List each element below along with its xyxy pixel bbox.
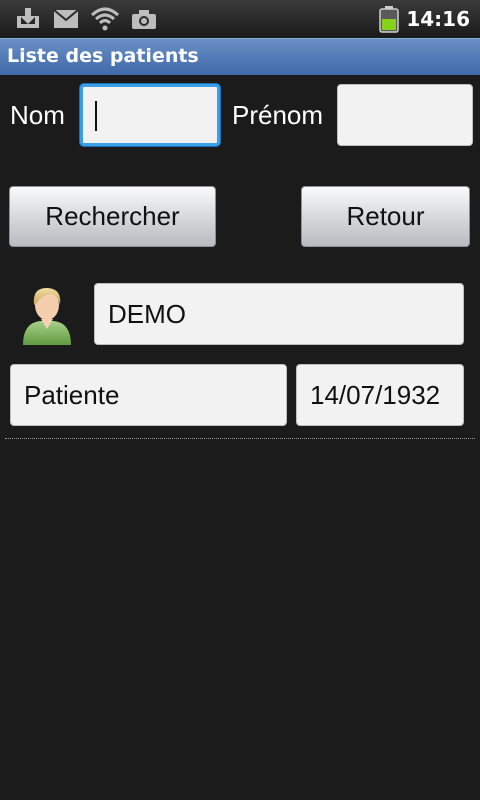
nom-input[interactable] (80, 84, 220, 146)
search-button[interactable]: Rechercher (9, 186, 216, 247)
text-cursor (95, 101, 97, 131)
prenom-input[interactable] (337, 84, 473, 146)
patient-first-name-value: Patiente (24, 379, 120, 410)
mail-icon (53, 9, 79, 28)
patient-birth-date: 14/07/1932 (296, 364, 464, 426)
user-avatar-icon (23, 287, 71, 345)
download-icon (17, 8, 39, 28)
page-title: Liste des patients (7, 45, 199, 67)
battery-icon (379, 6, 399, 33)
title-bar: Liste des patients (0, 38, 480, 75)
patient-last-name-value: DEMO (108, 298, 186, 329)
list-divider (5, 438, 475, 439)
status-clock: 14:16 (406, 7, 470, 31)
prenom-label: Prénom (232, 100, 324, 130)
patient-birth-date-value: 14/07/1932 (310, 379, 441, 410)
wifi-icon (90, 7, 120, 31)
nom-label: Nom (10, 100, 65, 130)
camera-icon (132, 10, 156, 29)
back-button[interactable]: Retour (301, 186, 470, 247)
patient-first-name: Patiente (10, 364, 287, 426)
status-bar: 14:16 (0, 0, 480, 38)
patient-last-name: DEMO (94, 283, 464, 345)
